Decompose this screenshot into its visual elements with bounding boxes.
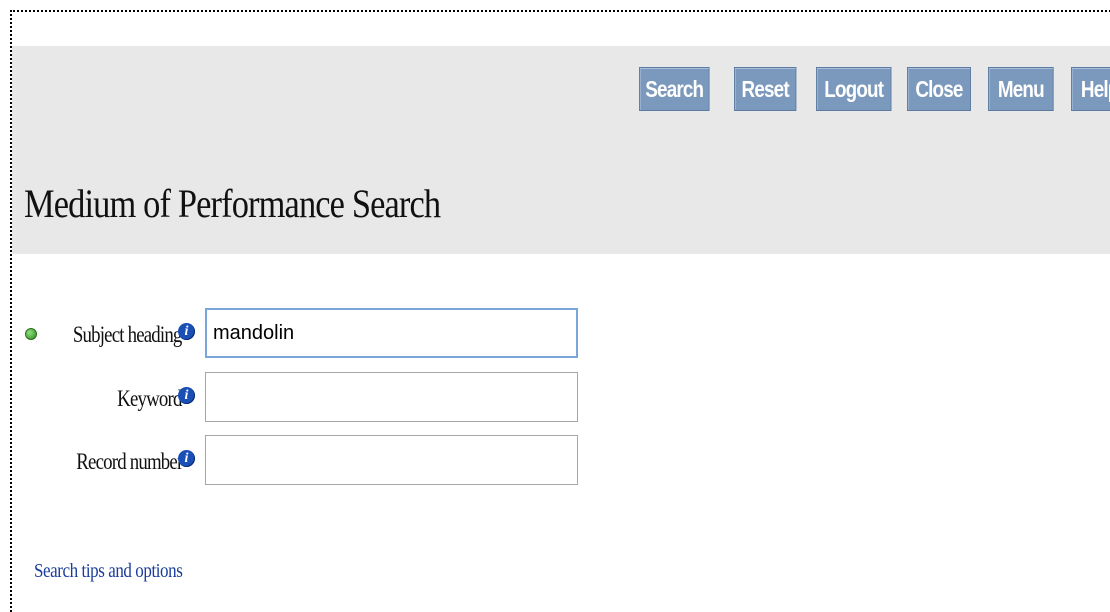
info-icon[interactable]: i xyxy=(178,323,195,340)
search-button[interactable]: Search xyxy=(639,67,710,111)
record-number-input[interactable] xyxy=(205,435,578,485)
reset-button[interactable]: Reset xyxy=(734,67,797,111)
keyword-row: Keyword i xyxy=(0,372,600,422)
record-number-label: Record number xyxy=(75,449,183,474)
page-title: Medium of Performance Search xyxy=(24,181,441,226)
subject-heading-input[interactable] xyxy=(205,308,578,358)
record-number-row: Record number i xyxy=(0,435,600,485)
keyword-input[interactable] xyxy=(205,372,578,422)
search-tips-link[interactable]: Search tips and options xyxy=(34,560,183,583)
info-icon[interactable]: i xyxy=(178,450,195,467)
keyword-label: Keyword xyxy=(117,386,183,411)
help-button[interactable]: Help xyxy=(1071,67,1110,111)
subject-heading-row: Subject heading i xyxy=(0,308,600,358)
logout-button[interactable]: Logout xyxy=(816,67,892,111)
info-icon[interactable]: i xyxy=(178,387,195,404)
menu-button[interactable]: Menu xyxy=(988,67,1054,111)
close-button[interactable]: Close xyxy=(907,67,971,111)
required-dot-icon xyxy=(25,328,37,340)
subject-heading-label: Subject heading xyxy=(73,322,183,347)
